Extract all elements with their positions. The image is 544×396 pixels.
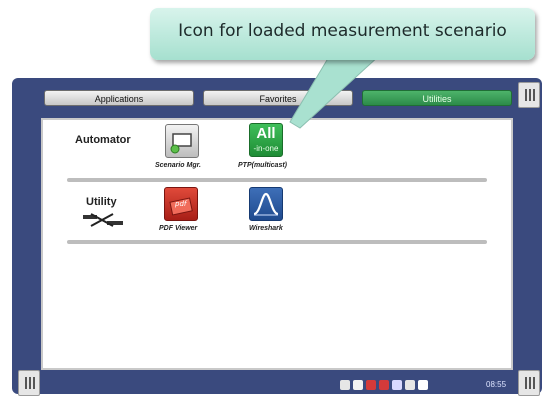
signal-icon <box>392 380 402 390</box>
menu-grip-button-bottom-left[interactable] <box>18 370 40 396</box>
app-label-wireshark: Wireshark <box>249 225 283 232</box>
speaker-icon <box>418 380 428 390</box>
status-time: 08:55 <box>486 380 507 389</box>
storage-icon <box>353 380 363 390</box>
pdf-icon-text: pdf <box>174 200 188 208</box>
network-icon <box>366 380 376 390</box>
status-bar <box>340 378 428 392</box>
alert-icon <box>379 380 389 390</box>
section-divider-2 <box>67 240 487 244</box>
app-label-pdf-viewer: PDF Viewer <box>159 225 198 232</box>
plug-icon <box>340 380 350 390</box>
callout-text: Icon for loaded measurement scenario <box>178 21 507 41</box>
menu-grip-button-bottom-right[interactable] <box>518 370 540 396</box>
screen-icon <box>405 380 415 390</box>
annotation-callout: Icon for loaded measurement scenario <box>150 8 535 60</box>
utility-tools-icon <box>83 213 123 227</box>
